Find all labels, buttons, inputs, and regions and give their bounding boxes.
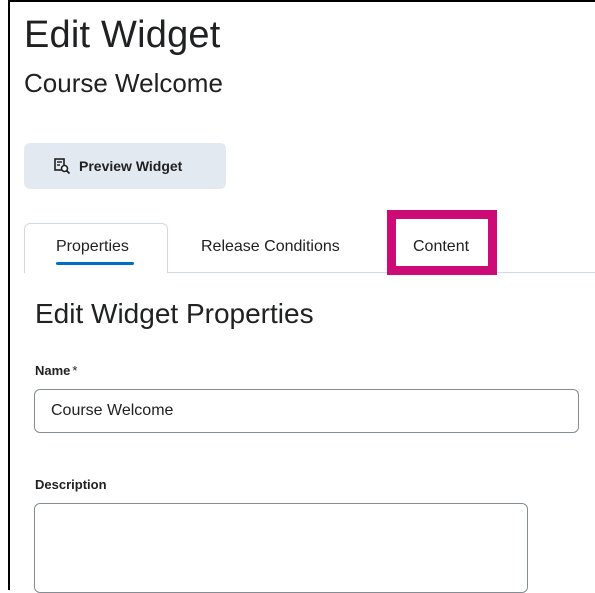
- tab-properties[interactable]: Properties: [56, 238, 129, 256]
- name-input[interactable]: [34, 389, 579, 433]
- page-subtitle: Course Welcome: [24, 68, 223, 98]
- section-title: Edit Widget Properties: [35, 298, 314, 329]
- content-tab-highlight: [387, 210, 497, 275]
- tab-release-conditions[interactable]: Release Conditions: [201, 238, 340, 256]
- description-input[interactable]: [34, 503, 528, 593]
- description-field-label: Description: [35, 477, 107, 492]
- page-title: Edit Widget: [24, 14, 221, 56]
- required-marker: *: [72, 363, 78, 378]
- name-field-label: Name *: [35, 363, 77, 378]
- name-label-text: Name: [35, 363, 71, 378]
- preview-widget-button[interactable]: Preview Widget: [24, 143, 226, 189]
- preview-widget-label: Preview Widget: [79, 158, 183, 174]
- tab-selected-indicator: [56, 262, 134, 265]
- preview-icon: [53, 157, 71, 175]
